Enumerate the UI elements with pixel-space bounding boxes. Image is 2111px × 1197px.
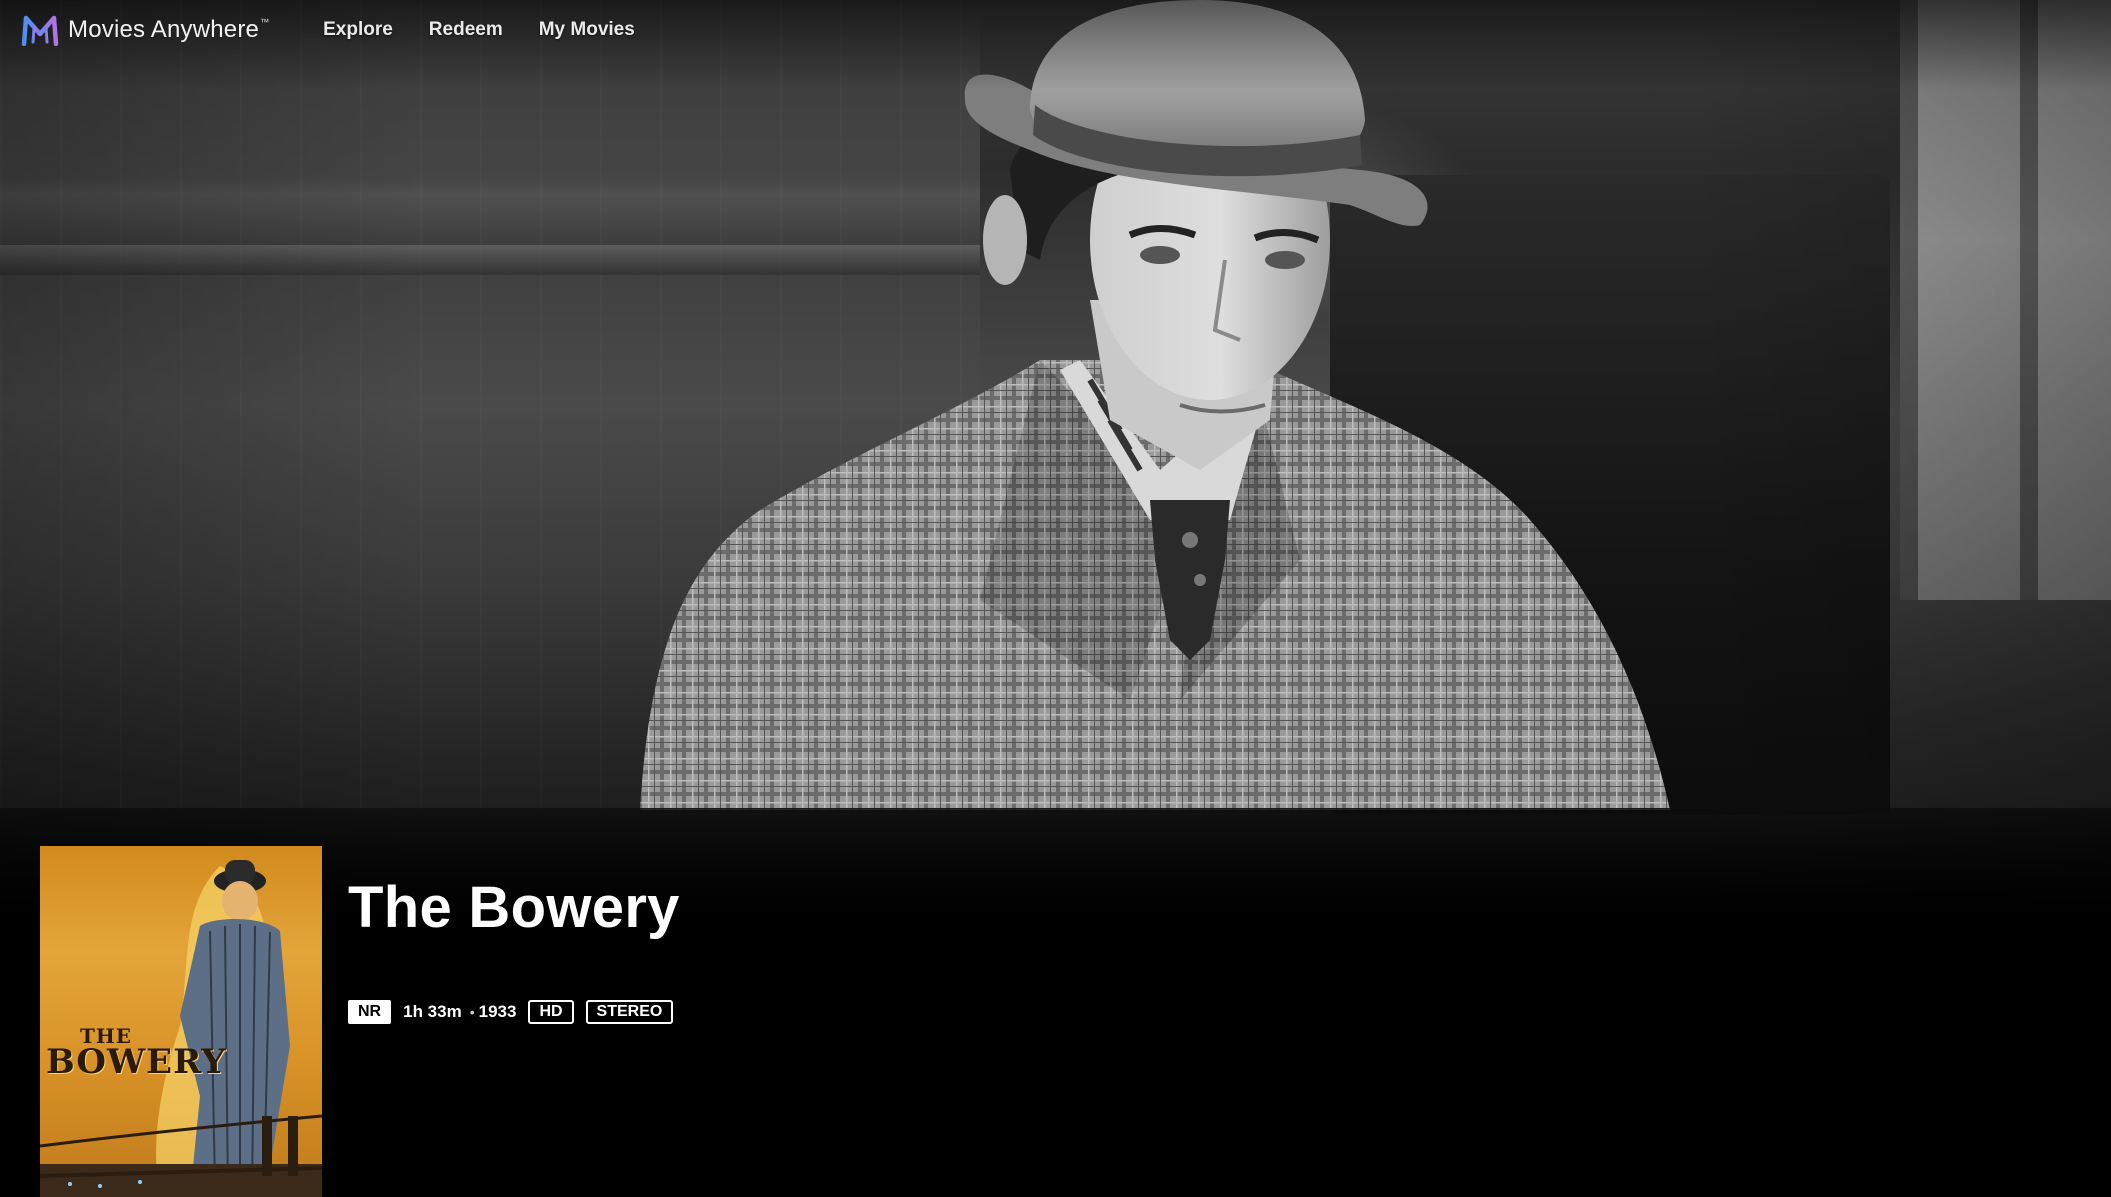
nav-item-explore[interactable]: Explore: [323, 19, 393, 41]
poster-title-line2: BOWERY: [46, 1042, 227, 1082]
release-year: 1933: [478, 1002, 517, 1021]
video-format-badge: HD: [528, 1000, 574, 1024]
nav-links: Explore Redeem My Movies: [323, 19, 671, 41]
brand-home-link[interactable]: Movies Anywhere ™: [20, 14, 269, 46]
poster-artwork: [40, 860, 322, 1197]
audio-format-badge: STEREO: [585, 1000, 674, 1024]
movies-anywhere-logo-icon: [21, 15, 59, 46]
nav-item-redeem[interactable]: Redeem: [429, 19, 503, 41]
hero-vignette: [0, 0, 2111, 920]
movie-metadata-row: NR 1h 33m • 1933 HD STEREO: [348, 1000, 674, 1024]
nav-item-my-movies[interactable]: My Movies: [539, 19, 635, 41]
meta-separator: •: [469, 1004, 475, 1020]
brand-trademark: ™: [260, 17, 270, 27]
rating-badge: NR: [348, 1000, 392, 1024]
movie-detail-page: Movies Anywhere ™ Explore Redeem My Movi…: [0, 0, 2111, 1197]
hero-backdrop-image: [0, 0, 2111, 920]
top-navigation: Movies Anywhere ™ Explore Redeem My Movi…: [0, 0, 2111, 60]
movie-title: The Bowery: [348, 875, 680, 940]
brand-name: Movies Anywhere: [68, 16, 260, 43]
runtime: 1h 33m: [403, 1002, 462, 1021]
movie-poster[interactable]: THE BOWERY: [40, 846, 322, 1197]
